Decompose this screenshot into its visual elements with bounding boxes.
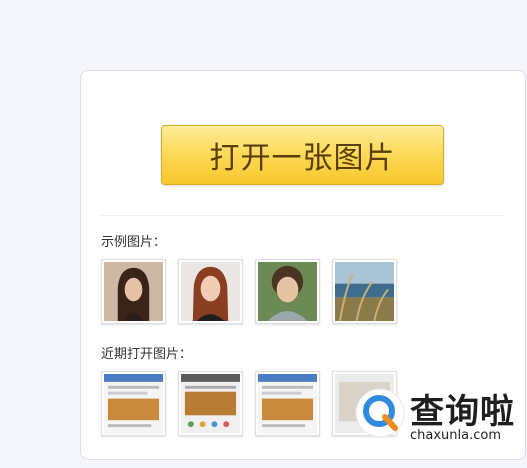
portrait-image [181,262,240,321]
app-screenshot-image [181,374,240,433]
open-image-button[interactable]: 打开一张图片 [161,125,444,185]
watermark: 查询啦 chaxunla.com [350,378,527,458]
sample-images-list [101,259,397,324]
portrait-image [104,262,163,321]
sample-image-woman-dark-hair[interactable] [101,259,166,324]
recent-image-3[interactable] [255,371,320,436]
magnifier-q-logo-icon [355,388,405,438]
sample-image-child-curly-hair[interactable] [255,259,320,324]
recent-images-label: 近期打开图片： [101,347,193,362]
recent-image-2[interactable] [178,371,243,436]
watermark-url: chaxunla.com [410,428,501,443]
watermark-brand-text: 查询啦 [410,392,515,432]
sample-image-grass-seaside[interactable] [332,259,397,324]
sample-images-label: 示例图片： [101,235,167,250]
app-screenshot-image [104,374,163,433]
divider [101,215,505,216]
app-screenshot-image [258,374,317,433]
portrait-image [258,262,317,321]
landscape-image [335,262,394,321]
recent-image-1[interactable] [101,371,166,436]
sample-image-woman-red-hair[interactable] [178,259,243,324]
